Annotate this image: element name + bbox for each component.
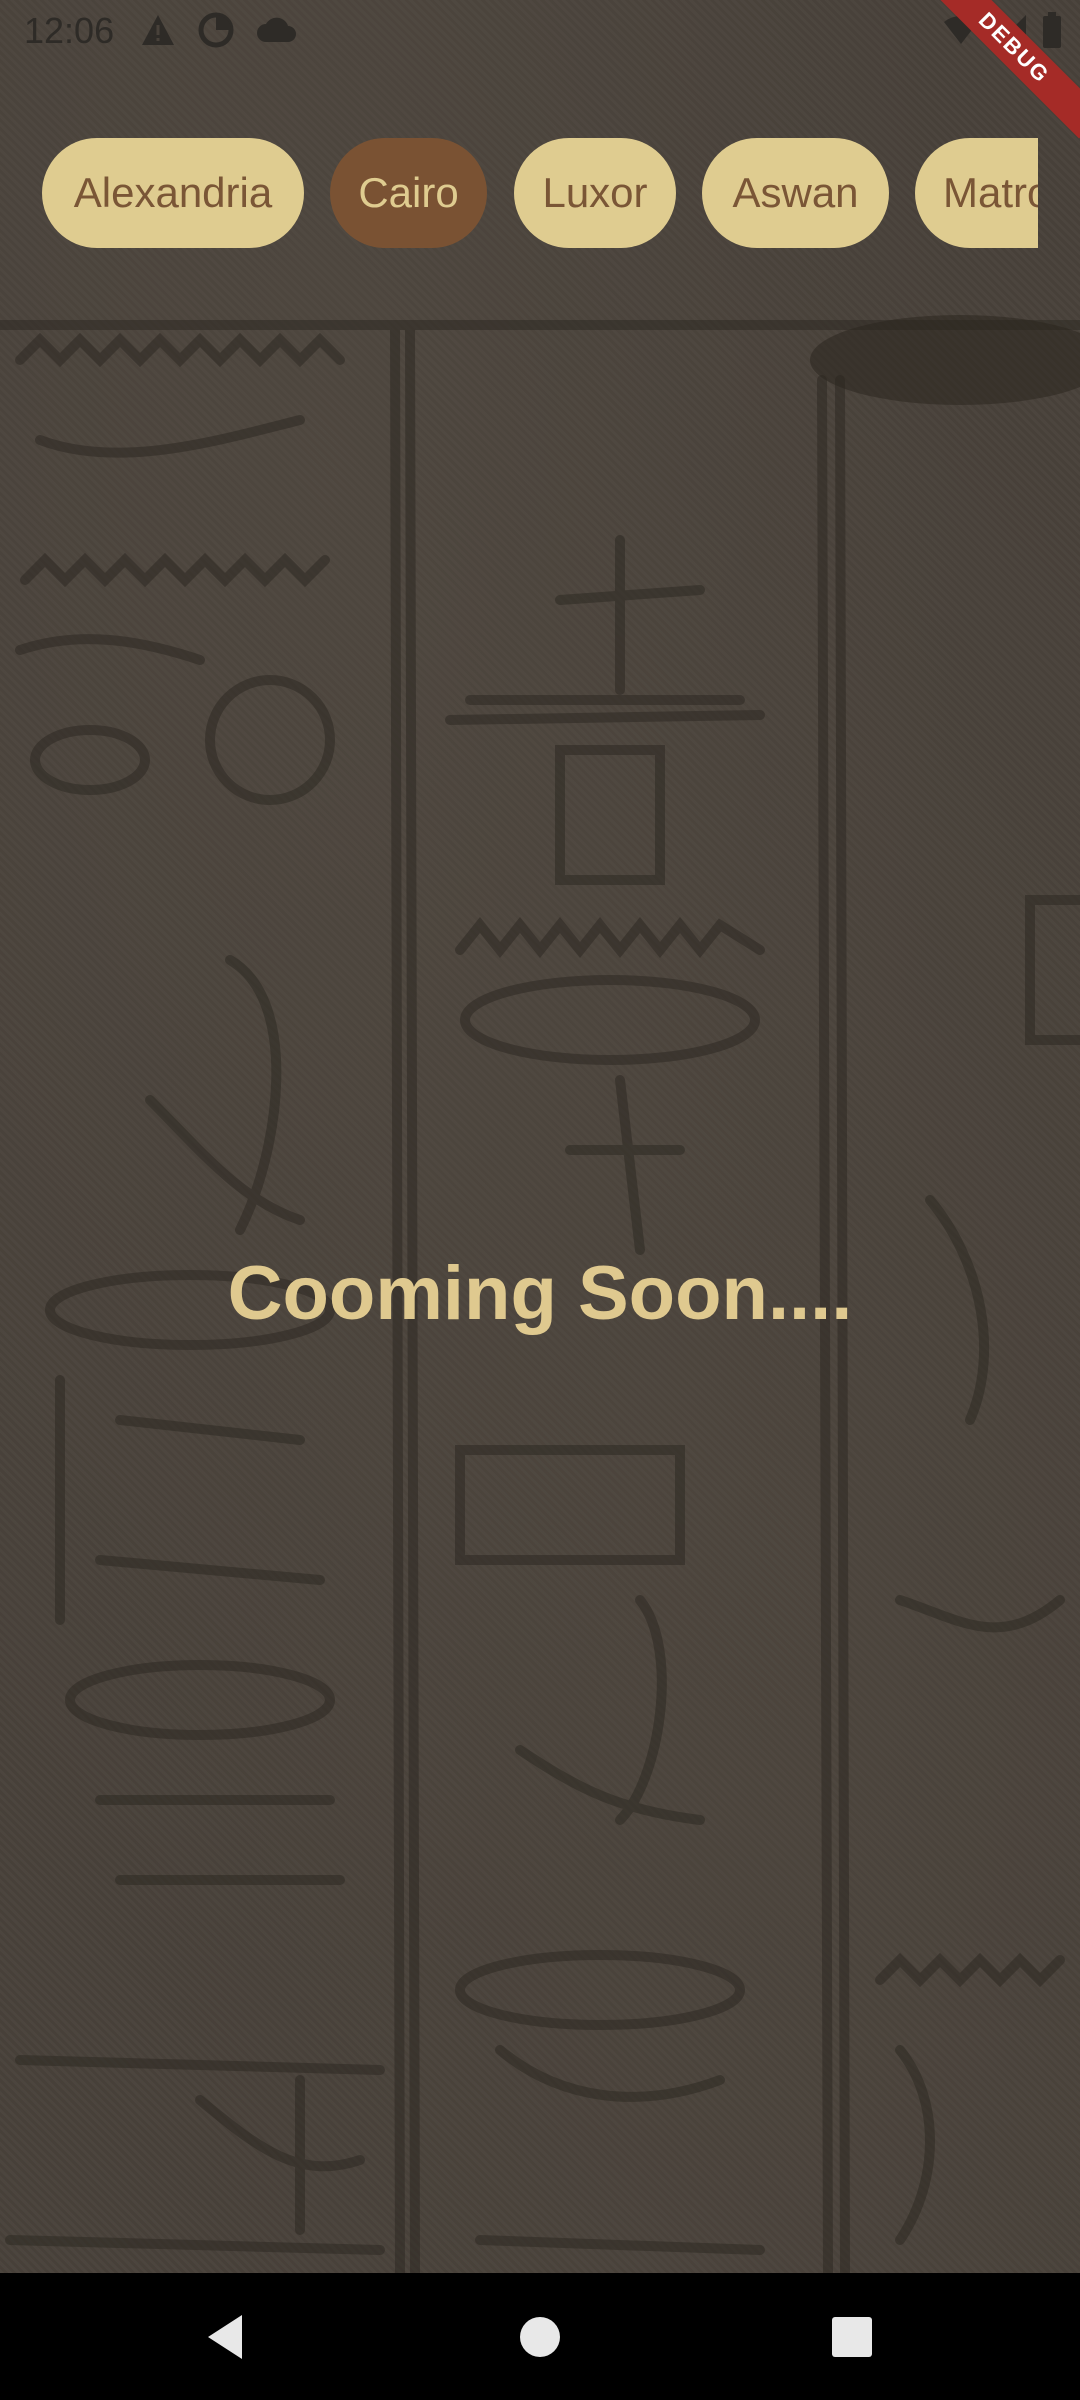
back-icon[interactable] — [190, 2303, 258, 2371]
hieroglyph-carvings — [0, 315, 1080, 2273]
system-navigation-bar — [0, 2273, 1080, 2400]
chip-cairo[interactable]: Cairo — [330, 138, 487, 248]
status-icons-left — [140, 12, 296, 48]
cloud-icon — [257, 17, 296, 42]
chip-luxor[interactable]: Luxor — [514, 138, 676, 248]
chip-aswan[interactable]: Aswan — [702, 138, 889, 248]
hieroglyph-background-image — [0, 0, 1080, 2273]
city-filter-chips[interactable]: Alexandria Cairo Luxor Aswan Matrouh — [0, 138, 1038, 250]
recents-icon[interactable] — [818, 2303, 886, 2371]
battery-icon — [1043, 12, 1061, 48]
status-time: 12:06 — [24, 10, 115, 51]
chip-alexandria[interactable]: Alexandria — [42, 138, 304, 248]
status-bar: 12:06 DEBUG — [0, 0, 1080, 139]
chip-matrouh[interactable]: Matrouh — [915, 138, 1038, 248]
data-saver-icon — [198, 12, 234, 48]
home-icon[interactable] — [506, 2303, 574, 2371]
app-screen: 12:06 DEBUG Alexandria Cairo Luxor Aswan… — [0, 0, 1080, 2400]
warning-icon — [142, 15, 174, 45]
coming-soon-message: Cooming Soon.... — [227, 1251, 853, 1336]
